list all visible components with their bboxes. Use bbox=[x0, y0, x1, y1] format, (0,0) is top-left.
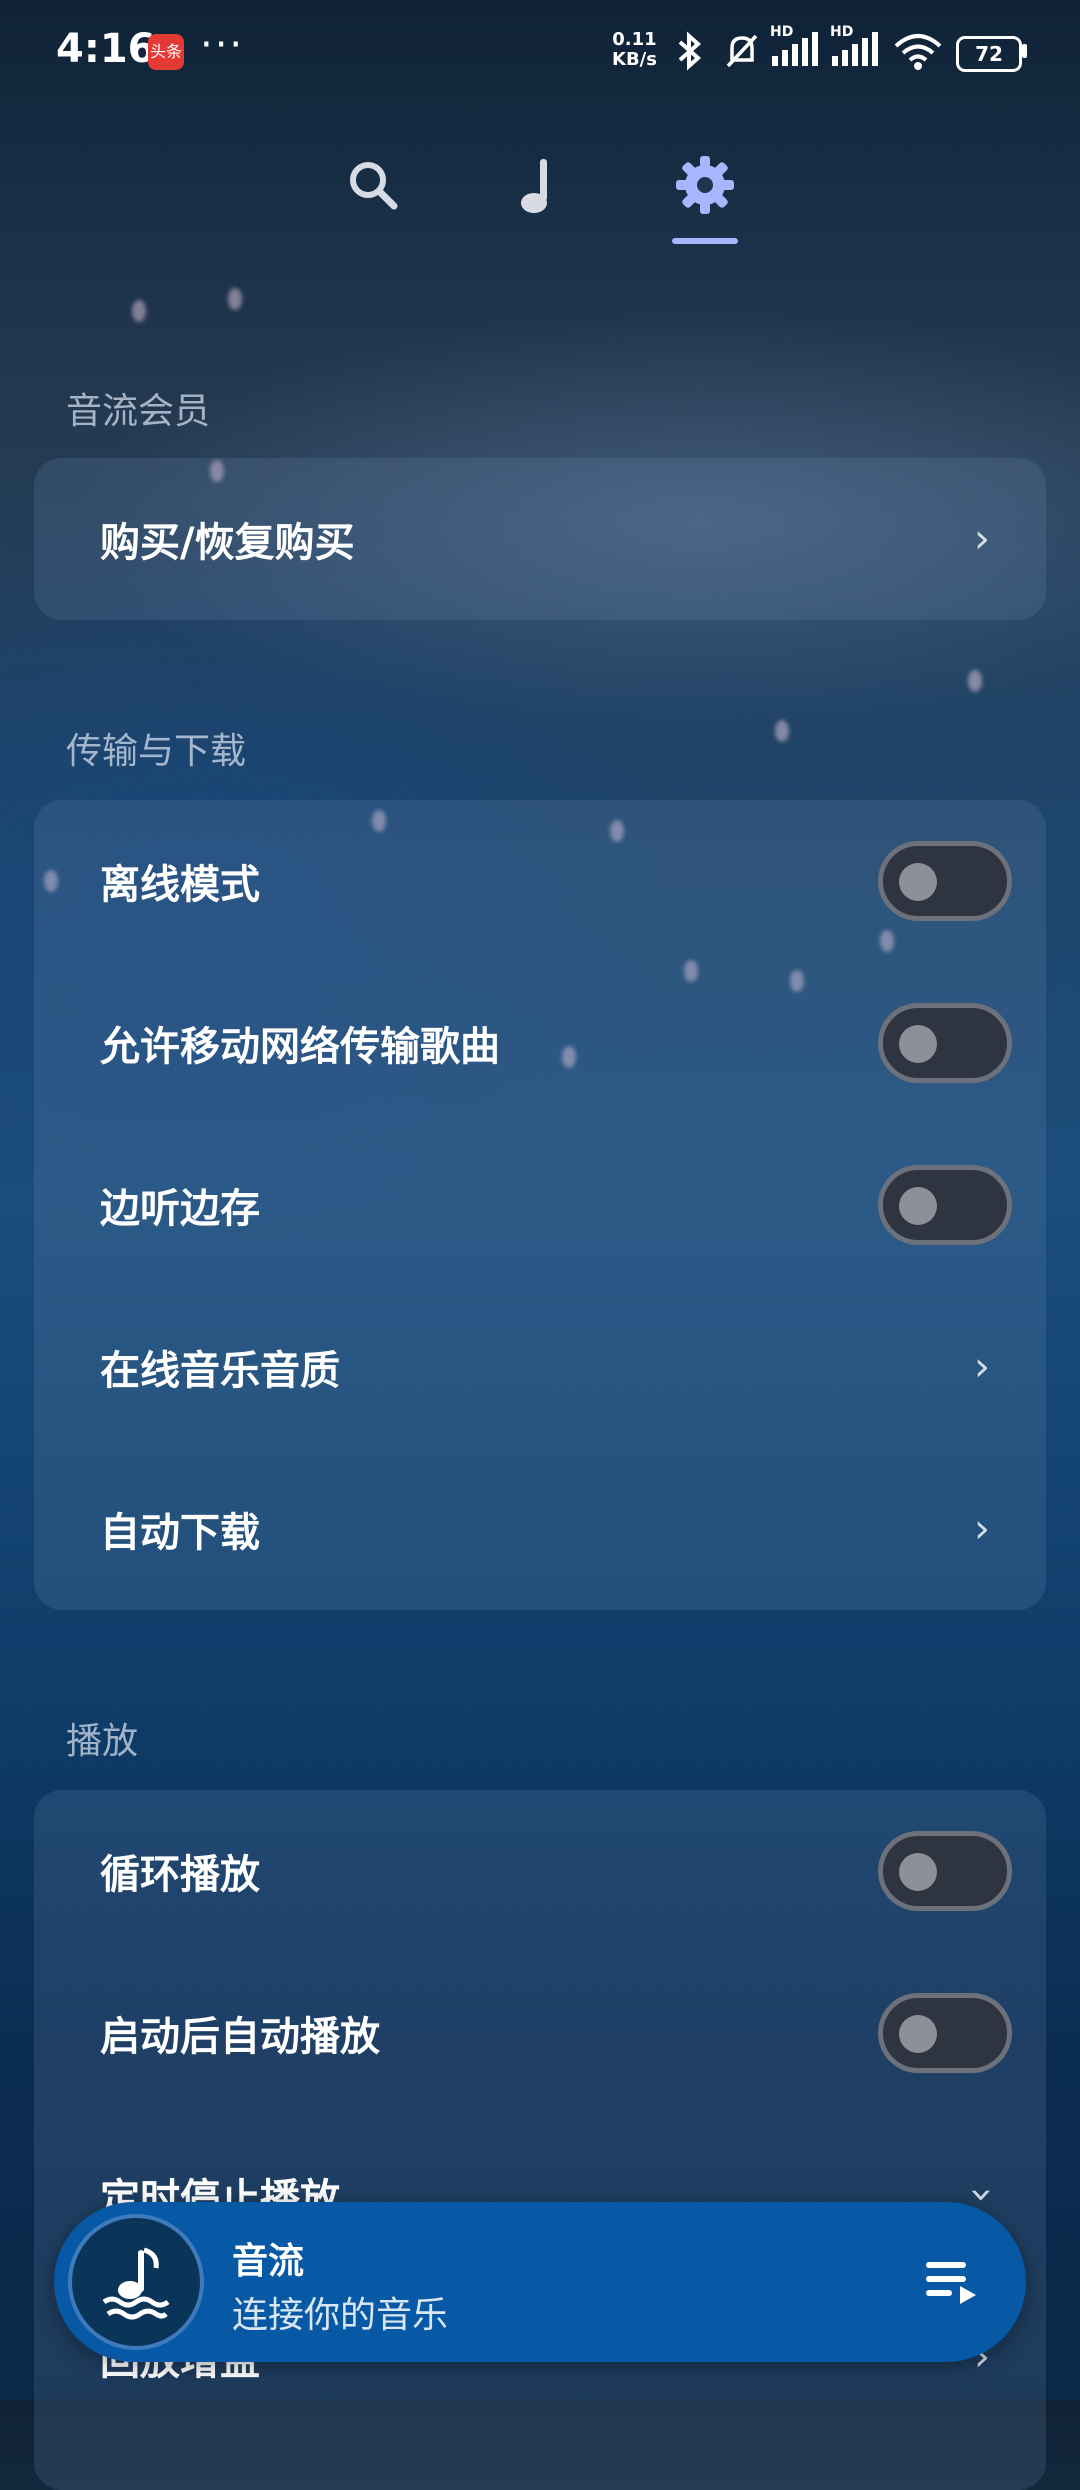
autoplay-toggle[interactable] bbox=[878, 1993, 1012, 2073]
card-membership: 购买/恢复购买 › bbox=[34, 458, 1046, 620]
net-speed: 0.11 KB/s bbox=[612, 30, 657, 70]
hd-label-1: HD bbox=[770, 24, 794, 40]
row-label: 循环播放 bbox=[100, 1852, 260, 1898]
net-speed-unit: KB/s bbox=[612, 49, 657, 70]
mini-player[interactable]: 音流 连接你的音乐 bbox=[54, 2202, 1026, 2362]
loop-play-toggle[interactable] bbox=[878, 1831, 1012, 1911]
row-label: 离线模式 bbox=[100, 862, 260, 908]
chevron-right-icon: › bbox=[974, 1344, 990, 1390]
player-subtitle: 连接你的音乐 bbox=[232, 2295, 449, 2336]
row-cache-while-listening[interactable]: 边听边存 bbox=[34, 1124, 1046, 1286]
toggle-knob bbox=[899, 1025, 937, 1063]
playlist-icon bbox=[926, 2262, 976, 2304]
news-app-icon: 头条 bbox=[148, 34, 184, 70]
mute-icon bbox=[722, 30, 762, 81]
player-album-art[interactable] bbox=[68, 2214, 204, 2350]
cache-while-listening-toggle[interactable] bbox=[878, 1165, 1012, 1245]
wifi-icon bbox=[892, 30, 944, 81]
battery-icon: 72 bbox=[956, 36, 1022, 72]
row-label: 启动后自动播放 bbox=[100, 2014, 380, 2060]
row-auto-download[interactable]: 自动下载 › bbox=[34, 1448, 1046, 1610]
bluetooth-icon bbox=[672, 30, 706, 81]
signal-icon-2: HD bbox=[830, 24, 880, 79]
toggle-knob bbox=[899, 1187, 937, 1225]
status-bar: 4:16 头条 ··· 0.11 KB/s HD HD 72 bbox=[0, 0, 1080, 100]
chevron-right-icon: › bbox=[974, 516, 990, 562]
music-wave-icon bbox=[102, 2247, 170, 2320]
section-title-playback: 播放 bbox=[66, 1721, 139, 1762]
row-label: 购买/恢复购买 bbox=[100, 520, 355, 566]
more-notifications-icon: ··· bbox=[200, 22, 245, 68]
card-transfer: 离线模式 允许移动网络传输歌曲 边听边存 在线音乐音质 › 自动下载 › bbox=[34, 800, 1046, 1610]
active-tab-indicator bbox=[672, 238, 738, 244]
row-autoplay-on-start[interactable]: 启动后自动播放 bbox=[34, 1952, 1046, 2114]
hd-label-2: HD bbox=[830, 24, 854, 40]
top-tab-bar bbox=[0, 100, 1080, 260]
toggle-knob bbox=[899, 2015, 937, 2053]
signal-icon: HD bbox=[770, 24, 820, 79]
card-playback: 循环播放 启动后自动播放 定时停止播放 › 回放增益 › bbox=[34, 1790, 1046, 2490]
tab-settings[interactable] bbox=[660, 140, 750, 230]
playlist-queue-button[interactable] bbox=[922, 2254, 982, 2310]
row-offline-mode[interactable]: 离线模式 bbox=[34, 800, 1046, 962]
row-label: 在线音乐音质 bbox=[100, 1348, 340, 1394]
row-online-quality[interactable]: 在线音乐音质 › bbox=[34, 1286, 1046, 1448]
toggle-knob bbox=[899, 1853, 937, 1891]
section-title-transfer: 传输与下载 bbox=[66, 731, 247, 772]
row-mobile-network[interactable]: 允许移动网络传输歌曲 bbox=[34, 962, 1046, 1124]
music-note-icon bbox=[521, 159, 547, 213]
search-icon bbox=[350, 162, 398, 210]
chevron-down-icon: › bbox=[959, 2187, 1005, 2203]
settings-gear-icon bbox=[676, 156, 734, 214]
row-label: 边听边存 bbox=[100, 1186, 260, 1232]
battery-tip bbox=[1022, 44, 1027, 58]
tab-music[interactable] bbox=[494, 140, 584, 230]
row-label: 自动下载 bbox=[100, 1510, 260, 1556]
tab-search[interactable] bbox=[328, 140, 418, 230]
row-label: 允许移动网络传输歌曲 bbox=[100, 1024, 500, 1070]
row-loop-play[interactable]: 循环播放 bbox=[34, 1790, 1046, 1952]
player-title: 音流 bbox=[232, 2241, 305, 2282]
status-time: 4:16 bbox=[56, 26, 156, 72]
net-speed-value: 0.11 bbox=[612, 29, 657, 50]
row-purchase[interactable]: 购买/恢复购买 › bbox=[34, 458, 1046, 620]
mobile-network-toggle[interactable] bbox=[878, 1003, 1012, 1083]
section-title-membership: 音流会员 bbox=[66, 391, 211, 432]
chevron-right-icon: › bbox=[974, 1506, 990, 1552]
offline-mode-toggle[interactable] bbox=[878, 841, 1012, 921]
toggle-knob bbox=[899, 863, 937, 901]
